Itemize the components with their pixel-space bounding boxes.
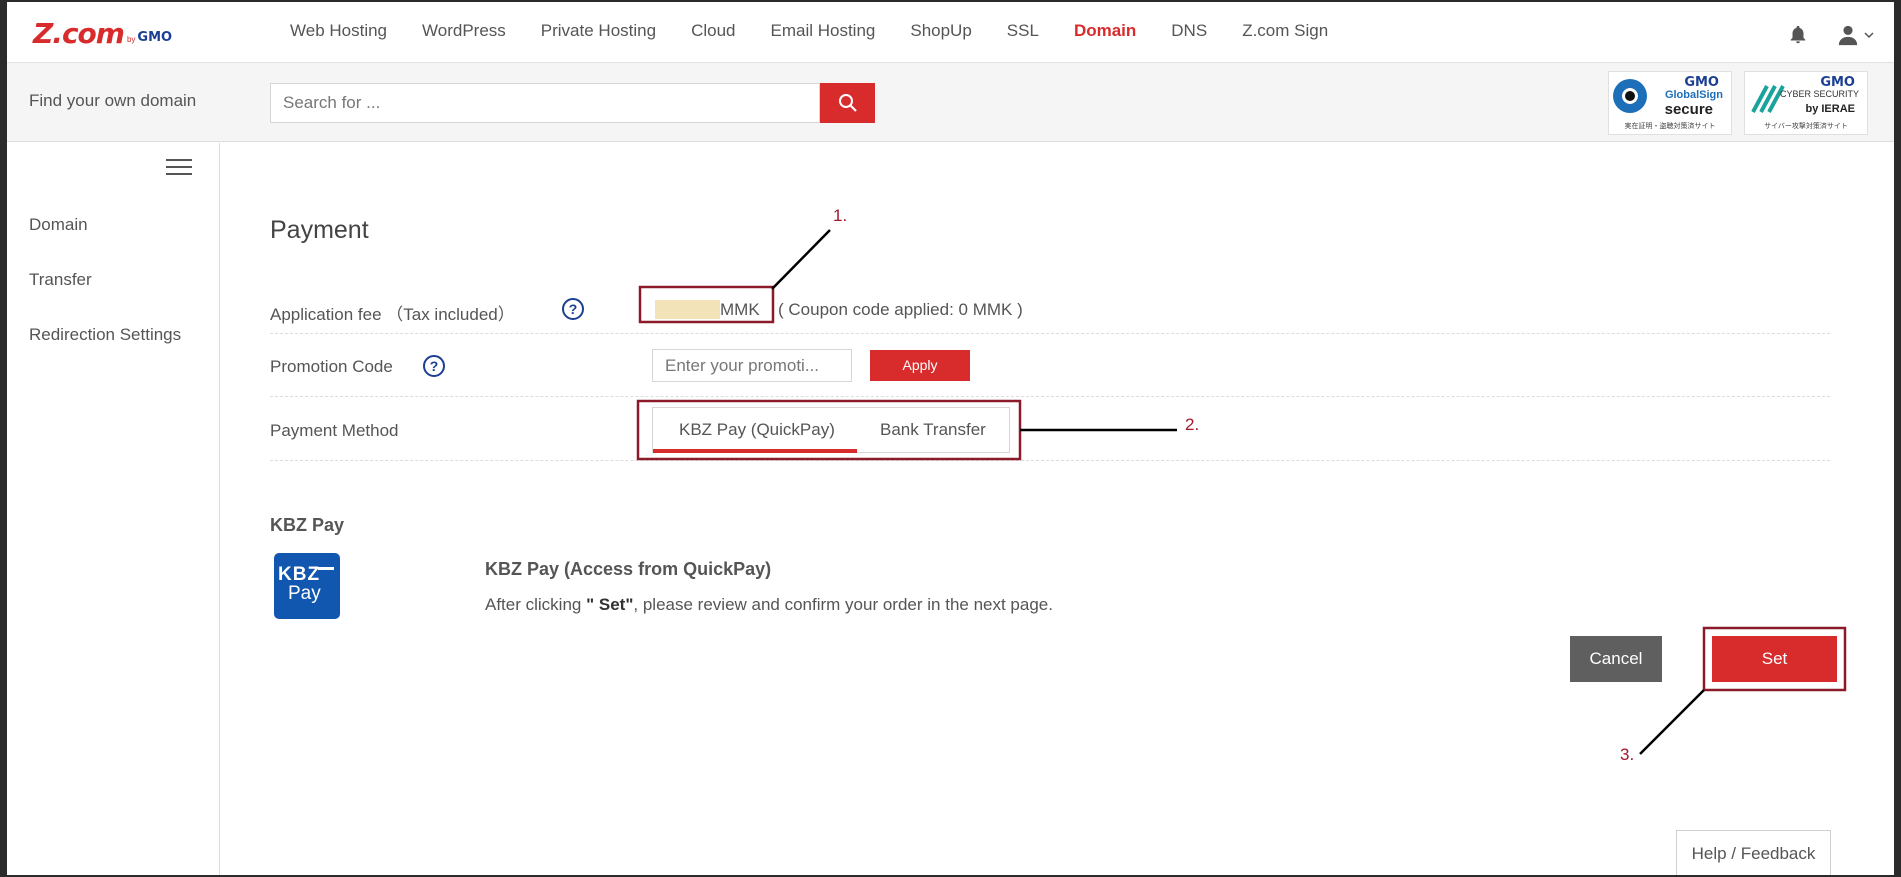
domain-search-input[interactable] xyxy=(270,83,820,123)
desc-part-2: , please review and confirm your order i… xyxy=(633,595,1053,614)
nav-web-hosting[interactable]: Web Hosting xyxy=(290,21,387,41)
annotation-label-1: 1. xyxy=(833,206,848,225)
sidebar-item-domain[interactable]: Domain xyxy=(29,215,88,235)
desc-part-1: After clicking xyxy=(485,595,587,614)
globalsign-secure-badge[interactable]: GMO GlobalSign secure 実在証明・盗聴対策済サイト xyxy=(1608,71,1732,135)
badge-ierae-text: by IERAE xyxy=(1805,103,1855,115)
apply-button[interactable]: Apply xyxy=(870,350,970,381)
annotation-label-2: 2. xyxy=(1185,415,1200,434)
help-question-icon[interactable]: ? xyxy=(562,298,584,320)
nav-right-controls xyxy=(1787,24,1874,46)
help-question-icon[interactable]: ? xyxy=(423,355,445,377)
nav-shopup[interactable]: ShopUp xyxy=(910,21,971,41)
nav-zcom-sign[interactable]: Z.com Sign xyxy=(1242,21,1328,41)
badge-gmo-text: GMO xyxy=(1684,75,1719,90)
user-avatar-icon[interactable] xyxy=(1837,24,1859,46)
divider xyxy=(270,460,1830,461)
active-tab-indicator xyxy=(653,449,857,453)
set-button[interactable]: Set xyxy=(1712,636,1837,682)
tab-bank-transfer[interactable]: Bank Transfer xyxy=(880,420,986,440)
top-navigation: Z.com by GMO Web Hosting WordPress Priva… xyxy=(7,2,1894,63)
divider xyxy=(270,333,1830,334)
nav-ssl[interactable]: SSL xyxy=(1007,21,1039,41)
application-fee-label: Application fee （Tax included） xyxy=(270,305,515,324)
annotation-label-3: 3. xyxy=(1620,745,1635,764)
bell-icon[interactable] xyxy=(1787,24,1809,46)
search-button[interactable] xyxy=(820,83,875,123)
zcom-logo[interactable]: Z.com by GMO xyxy=(33,18,172,48)
promotion-code-label: Promotion Code xyxy=(270,357,393,376)
payment-method-label: Payment Method xyxy=(270,421,399,440)
nav-private-hosting[interactable]: Private Hosting xyxy=(541,21,656,41)
desc-set-keyword: " Set" xyxy=(586,595,634,614)
hamburger-menu-icon[interactable] xyxy=(166,159,192,179)
kbz-pay-logo: KBZ Pay xyxy=(274,553,340,619)
coupon-applied-text: ( Coupon code applied: 0 MMK ) xyxy=(778,300,1023,319)
promotion-code-row: Promotion Code ? Apply xyxy=(270,349,1830,383)
annotation-line-1 xyxy=(771,229,831,290)
help-feedback-button[interactable]: Help / Feedback xyxy=(1676,830,1831,875)
badge-cyber-security-text: CYBER SECURITY xyxy=(1779,89,1859,99)
logo-main-text: Z.com xyxy=(33,17,125,50)
sidebar: Domain Transfer Redirection Settings xyxy=(7,143,220,875)
cancel-button[interactable]: Cancel xyxy=(1570,636,1662,682)
payment-method-tabs: KBZ Pay (QuickPay) Bank Transfer xyxy=(652,407,1010,453)
annotation-line-3 xyxy=(1639,689,1705,755)
chevron-down-icon[interactable] xyxy=(1864,31,1874,39)
fee-currency: MMK xyxy=(720,300,760,319)
badge-secure-text: secure xyxy=(1664,101,1713,118)
application-fee-row: Application fee （Tax included） ? MMK ( C… xyxy=(270,294,1830,324)
nav-wordpress[interactable]: WordPress xyxy=(422,21,506,41)
nav-dns[interactable]: DNS xyxy=(1171,21,1207,41)
sidebar-item-transfer[interactable]: Transfer xyxy=(29,270,92,290)
search-icon xyxy=(838,94,857,112)
find-domain-label: Find your own domain xyxy=(29,91,197,110)
kbz-pay-section-title: KBZ Pay xyxy=(270,515,345,535)
nav-cloud[interactable]: Cloud xyxy=(691,21,735,41)
nav-domain[interactable]: Domain xyxy=(1074,21,1136,41)
logo-by-text: by xyxy=(126,35,136,44)
logo-gmo-text: GMO xyxy=(137,30,173,45)
cyber-security-badge[interactable]: GMO CYBER SECURITY by IERAE サイバー攻撃対策済サイト xyxy=(1744,71,1868,135)
payment-method-row: Payment Method KBZ Pay (QuickPay) Bank T… xyxy=(270,407,1830,453)
nav-email-hosting[interactable]: Email Hosting xyxy=(770,21,875,41)
promotion-code-input[interactable] xyxy=(652,349,852,382)
fee-amount-redacted xyxy=(655,300,720,319)
sidebar-item-redirection-settings[interactable]: Redirection Settings xyxy=(29,325,181,345)
divider xyxy=(270,396,1830,397)
badge-sub-text: 実在証明・盗聴対策済サイト xyxy=(1624,123,1716,130)
kbz-logo-bottom-text: Pay xyxy=(288,583,321,604)
app-window: Z.com by GMO Web Hosting WordPress Priva… xyxy=(0,0,1901,877)
tab-kbz-pay-quickpay[interactable]: KBZ Pay (QuickPay) xyxy=(679,420,835,440)
badge-sub-text: サイバー攻撃対策済サイト xyxy=(1764,123,1848,130)
domain-search-bar: Find your own domain GMO GlobalSign secu… xyxy=(7,63,1894,142)
page-title: Payment xyxy=(270,216,369,244)
kbz-pay-description: After clicking " Set", please review and… xyxy=(485,595,1053,615)
main-nav-links: Web Hosting WordPress Private Hosting Cl… xyxy=(290,21,1363,41)
kbz-pay-heading: KBZ Pay (Access from QuickPay) xyxy=(485,559,772,579)
badge-globalsign-text: GlobalSign xyxy=(1664,89,1723,101)
badge-gmo-text: GMO xyxy=(1820,75,1855,90)
